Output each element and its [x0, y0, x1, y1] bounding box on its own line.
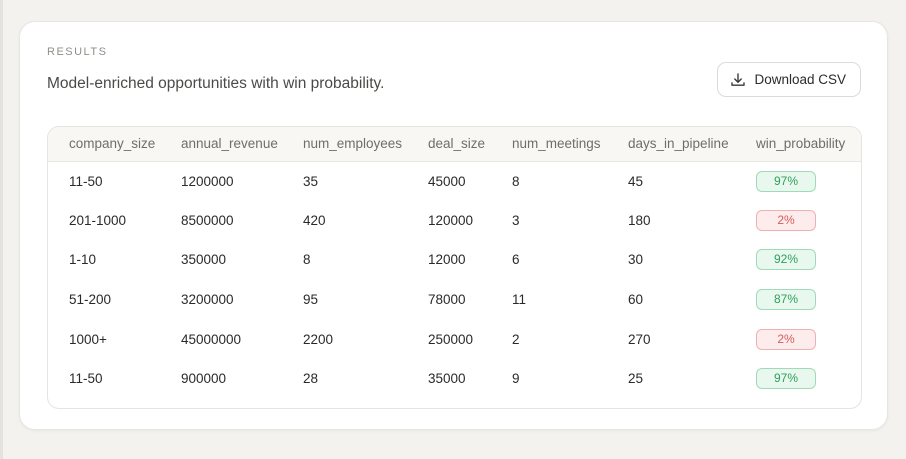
- cell-company-size: 11-50: [69, 371, 103, 387]
- table-row: 11-50 1200000 35 45000 8 45 97%: [48, 161, 861, 201]
- cell-win-probability: 2%: [756, 201, 861, 241]
- cell-days-in-pipeline: 45: [628, 173, 644, 189]
- column-header-win-probability: win_probability: [756, 136, 846, 152]
- cell-win-probability: 92%: [756, 240, 861, 280]
- cell-num-employees: 28: [303, 371, 319, 387]
- cell-annual-revenue: 350000: [181, 252, 227, 268]
- cell-win-probability: 87%: [756, 280, 861, 320]
- cell-deal-size: 12000: [428, 252, 466, 268]
- cell-num-employees: 8: [303, 252, 311, 268]
- column-header-num-meetings: num_meetings: [512, 136, 601, 152]
- cell-days-in-pipeline: 30: [628, 252, 644, 268]
- cell-num-meetings: 8: [512, 173, 520, 189]
- win-probability-badge: 2%: [756, 209, 816, 231]
- table-row: 51-200 3200000 95 78000 11 60 87%: [48, 280, 861, 320]
- win-probability-badge: 87%: [756, 289, 816, 311]
- column-header-num-employees: num_employees: [303, 136, 403, 152]
- table-row: 1-10 350000 8 12000 6 30 92%: [48, 240, 861, 280]
- cell-deal-size: 250000: [428, 331, 474, 347]
- cell-annual-revenue: 1200000: [181, 173, 234, 189]
- download-csv-label: Download CSV: [754, 72, 846, 87]
- left-panel-edge: [0, 0, 3, 459]
- column-header-days-in-pipeline: days_in_pipeline: [628, 136, 729, 152]
- cell-num-meetings: 2: [512, 331, 520, 347]
- cell-num-meetings: 3: [512, 212, 520, 228]
- cell-days-in-pipeline: 25: [628, 371, 644, 387]
- cell-deal-size: 78000: [428, 292, 466, 308]
- table-row: 201-1000 8500000 420 120000 3 180 2%: [48, 201, 861, 241]
- section-eyebrow: RESULTS: [47, 46, 108, 58]
- cell-num-employees: 2200: [303, 331, 334, 347]
- column-header-company-size: company_size: [69, 136, 156, 152]
- cell-annual-revenue: 45000000: [181, 331, 242, 347]
- cell-num-employees: 420: [303, 212, 326, 228]
- cell-company-size: 51-200: [69, 292, 112, 308]
- cell-deal-size: 35000: [428, 371, 466, 387]
- results-card: RESULTS Model-enriched opportunities wit…: [19, 21, 888, 430]
- cell-annual-revenue: 900000: [181, 371, 227, 387]
- win-probability-badge: 92%: [756, 249, 816, 271]
- cell-days-in-pipeline: 180: [628, 212, 651, 228]
- table-header-row: company_size annual_revenue num_employee…: [48, 127, 861, 161]
- cell-num-meetings: 11: [512, 292, 527, 308]
- cell-num-employees: 35: [303, 173, 319, 189]
- table-row: 11-50 900000 28 35000 9 25 97%: [48, 359, 861, 399]
- cell-company-size: 1000+: [69, 331, 107, 347]
- win-probability-badge: 97%: [756, 368, 816, 390]
- column-header-annual-revenue: annual_revenue: [181, 136, 278, 152]
- column-header-deal-size: deal_size: [428, 136, 486, 152]
- cell-deal-size: 45000: [428, 173, 466, 189]
- cell-deal-size: 120000: [428, 212, 474, 228]
- section-subtitle: Model-enriched opportunities with win pr…: [47, 75, 385, 92]
- cell-num-meetings: 6: [512, 252, 520, 268]
- cell-company-size: 11-50: [69, 173, 103, 189]
- cell-days-in-pipeline: 270: [628, 331, 651, 347]
- download-csv-button[interactable]: Download CSV: [717, 62, 861, 97]
- win-probability-badge: 2%: [756, 328, 816, 350]
- cell-company-size: 1-10: [69, 252, 97, 268]
- cell-win-probability: 97%: [756, 161, 861, 201]
- results-table: company_size annual_revenue num_employee…: [47, 126, 862, 409]
- cell-win-probability: 2%: [756, 319, 861, 359]
- cell-annual-revenue: 3200000: [181, 292, 234, 308]
- cell-num-meetings: 9: [512, 371, 520, 387]
- download-icon: [730, 72, 746, 88]
- cell-days-in-pipeline: 60: [628, 292, 644, 308]
- cell-win-probability: 97%: [756, 359, 861, 399]
- win-probability-badge: 97%: [756, 170, 816, 192]
- cell-company-size: 201-1000: [69, 212, 127, 228]
- table-row: 1000+ 45000000 2200 250000 2 270 2%: [48, 319, 861, 359]
- cell-num-employees: 95: [303, 292, 319, 308]
- cell-annual-revenue: 8500000: [181, 212, 234, 228]
